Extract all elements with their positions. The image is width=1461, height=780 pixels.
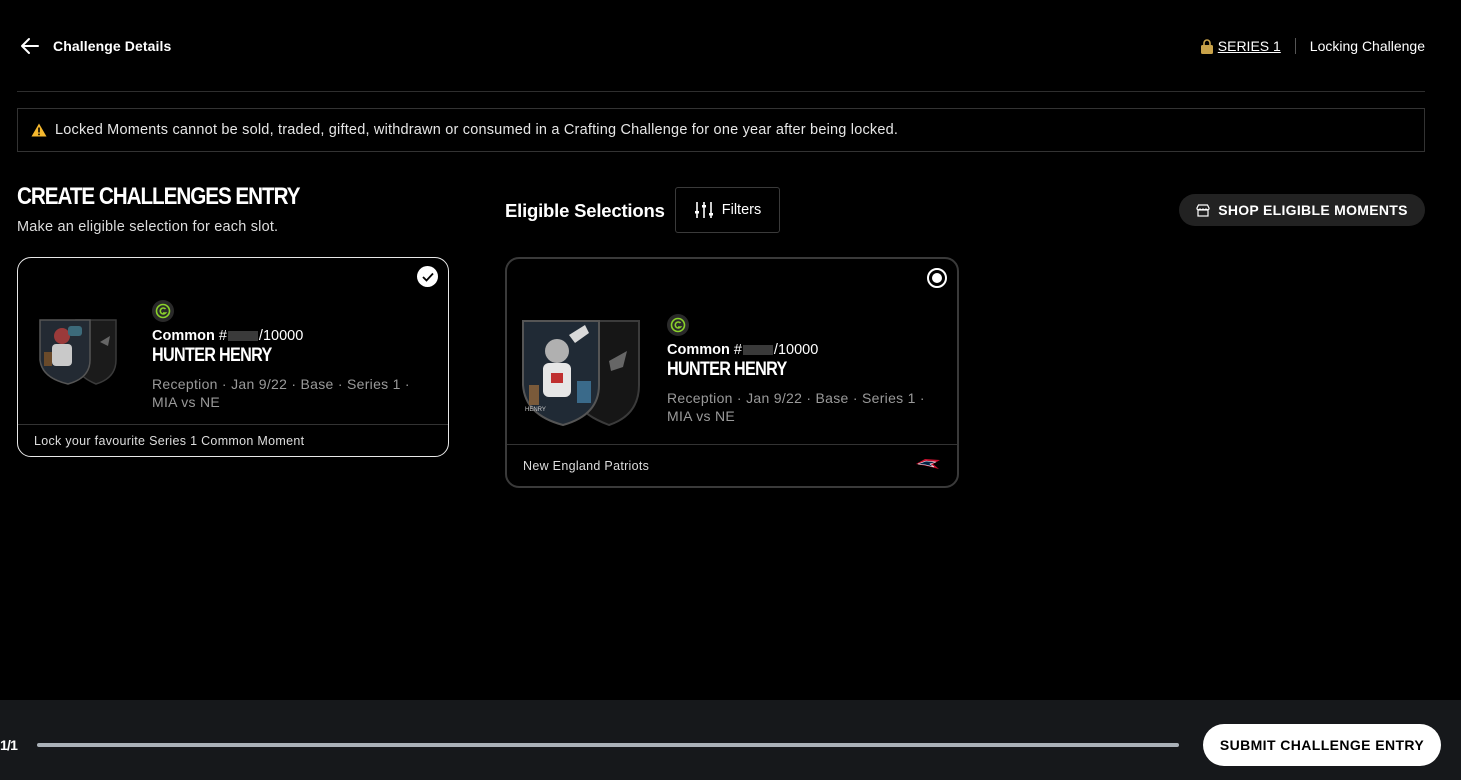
selected-check-icon [417, 266, 438, 287]
create-entry-section: CREATE CHALLENGES ENTRY Make an eligible… [17, 183, 449, 235]
shop-label: SHOP ELIGIBLE MOMENTS [1218, 202, 1408, 218]
filters-label: Filters [721, 202, 762, 218]
serial-prefix: # [733, 342, 742, 358]
slot-requirement: Lock your favourite Series 1 Common Mome… [34, 433, 305, 448]
select-radio[interactable] [927, 268, 947, 288]
create-entry-heading: CREATE CHALLENGES ENTRY [17, 183, 300, 210]
eligible-moment-card[interactable]: HENRY Common # /10000 HUNTER HENRY Recep… [505, 257, 959, 488]
filters-button[interactable]: Filters [675, 187, 780, 233]
tier-serial: Common # /10000 [667, 342, 952, 358]
moment-thumbnail: HENRY [521, 315, 641, 434]
series-link-label: SERIES 1 [1217, 38, 1281, 54]
submit-challenge-entry-button[interactable]: SUBMIT CHALLENGE ENTRY [1203, 724, 1441, 766]
tier-label: Common [667, 342, 730, 358]
patriots-logo-icon [915, 457, 941, 474]
slot-card-footer: Lock your favourite Series 1 Common Mome… [18, 424, 448, 456]
shop-eligible-moments-button[interactable]: SHOP ELIGIBLE MOMENTS [1179, 194, 1425, 226]
top-bar: Challenge Details SERIES 1 Locking Chall… [17, 0, 1425, 92]
meta-line-1: Reception · Jan 9/22 · Base · Series 1 · [152, 376, 410, 392]
slot-count: 1/1 [0, 737, 18, 753]
warning-text: Locked Moments cannot be sold, traded, g… [55, 122, 899, 138]
badge-g-icon [152, 300, 174, 322]
moment-thumbnail [38, 316, 120, 391]
moment-meta: Reception · Jan 9/22 · Base · Series 1 ·… [667, 389, 952, 425]
eligible-moment-info: Common # /10000 HUNTER HENRY Reception ·… [667, 314, 952, 425]
series-link[interactable]: SERIES 1 [1200, 38, 1281, 54]
serial-prefix: # [218, 328, 227, 344]
badge-g-icon [667, 314, 689, 336]
filters-icon [694, 202, 713, 218]
back-arrow-icon[interactable] [19, 35, 41, 57]
serial-redacted [227, 331, 258, 341]
serial-total: /10000 [773, 342, 819, 358]
team-name: New England Patriots [523, 458, 650, 473]
entry-progress-bar [37, 743, 1179, 747]
lock-warning-banner: Locked Moments cannot be sold, traded, g… [17, 108, 1425, 152]
moment-meta: Reception · Jan 9/22 · Base · Series 1 ·… [152, 375, 442, 411]
eligible-card-footer: New England Patriots [507, 444, 957, 486]
meta-line-2: MIA vs NE [152, 394, 221, 410]
header-divider [1294, 38, 1296, 54]
submit-label: SUBMIT CHALLENGE ENTRY [1219, 737, 1425, 753]
entry-slot-card[interactable]: Common # /10000 HUNTER HENRY Reception ·… [17, 257, 449, 457]
header-meta: SERIES 1 Locking Challenge [1200, 38, 1425, 54]
meta-line-2: MIA vs NE [667, 408, 736, 424]
serial-redacted [742, 345, 773, 355]
store-icon [1196, 203, 1210, 217]
serial-total: /10000 [258, 328, 304, 344]
player-name: HUNTER HENRY [667, 359, 787, 380]
slot-moment-info: Common # /10000 HUNTER HENRY Reception ·… [152, 300, 442, 411]
progress-fill [37, 743, 1179, 747]
warning-icon [31, 123, 47, 137]
svg-text:HENRY: HENRY [525, 407, 546, 413]
player-name: HUNTER HENRY [152, 345, 272, 366]
meta-line-1: Reception · Jan 9/22 · Base · Series 1 · [667, 390, 925, 406]
challenge-type: Locking Challenge [1309, 38, 1425, 54]
create-entry-subtitle: Make an eligible selection for each slot… [17, 219, 279, 235]
page-title: Challenge Details [53, 38, 172, 54]
tier-label: Common [152, 328, 215, 344]
tier-serial: Common # /10000 [152, 328, 442, 344]
eligible-heading: Eligible Selections [505, 200, 665, 221]
lock-icon [1200, 38, 1214, 54]
